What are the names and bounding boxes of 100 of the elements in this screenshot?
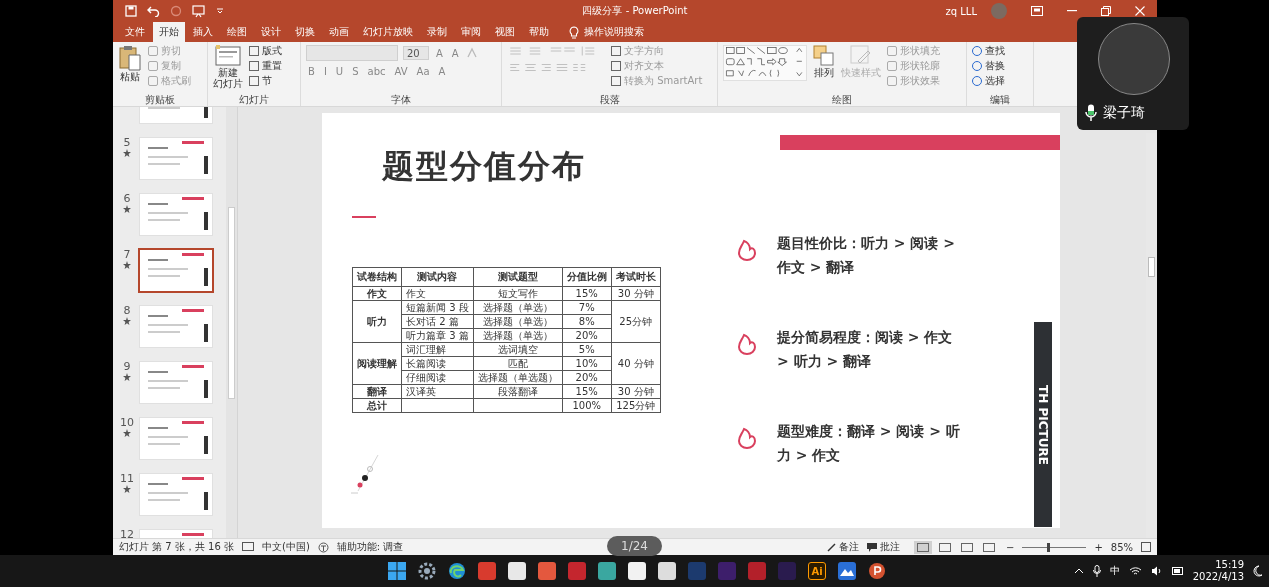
ribbon-tab[interactable]: 开始	[153, 22, 185, 42]
view-button[interactable]	[914, 540, 932, 554]
font-format-button[interactable]: I	[321, 66, 329, 77]
arrange-button[interactable]: 排列	[813, 45, 835, 78]
editing-command[interactable]: 查找	[972, 45, 1005, 57]
editing-command[interactable]: 选择	[972, 75, 1005, 87]
fit-slide-icon[interactable]	[1141, 542, 1151, 552]
paste-button[interactable]: 粘贴	[118, 45, 142, 82]
zoom-thumb[interactable]	[1046, 542, 1050, 552]
volume-icon[interactable]	[1150, 566, 1163, 576]
view-button[interactable]	[936, 540, 954, 554]
ribbon-tab[interactable]: 审阅	[455, 22, 487, 42]
star-icon	[123, 317, 131, 325]
windows-icon[interactable]	[388, 562, 406, 580]
shapes-gallery[interactable]	[723, 45, 807, 81]
microphone-icon[interactable]	[1092, 565, 1101, 577]
close-icon[interactable]	[1135, 6, 1145, 16]
ribbon-tab[interactable]: 录制	[421, 22, 453, 42]
tell-me-search[interactable]: 操作说明搜索	[584, 25, 644, 39]
font-format-button[interactable]: U	[333, 66, 346, 77]
zoom-out-button[interactable]: −	[1006, 541, 1015, 553]
slides-command[interactable]: 重置	[249, 60, 282, 72]
customize-icon[interactable]	[216, 7, 224, 15]
clock-date[interactable]: 2022/4/13	[1192, 571, 1244, 583]
zoom-in-button[interactable]: +	[1094, 541, 1103, 553]
editing-command[interactable]: 替换	[972, 60, 1005, 72]
notes-button[interactable]: 备注	[827, 540, 859, 554]
ribbon-tab[interactable]: 绘图	[221, 22, 253, 42]
star-icon	[123, 149, 131, 157]
bullet-text: 题目性价比：听力 > 阅读 > 作文 > 翻译	[777, 234, 957, 277]
ribbon-tab[interactable]: 帮助	[523, 22, 555, 42]
minimize-icon[interactable]	[1067, 10, 1077, 12]
wifi-icon[interactable]	[1128, 566, 1142, 576]
moon-icon[interactable]	[1253, 565, 1263, 577]
ribbon-display-icon[interactable]	[1031, 6, 1043, 16]
save-icon[interactable]	[125, 5, 137, 17]
table-cell: 阅读理解	[352, 342, 402, 385]
font-size-field[interactable]: 20	[403, 46, 429, 60]
group-label: 剪贴板	[144, 94, 176, 105]
view-button[interactable]	[980, 540, 998, 554]
battery-icon[interactable]	[1171, 567, 1184, 575]
font-size-button[interactable]: A	[449, 47, 461, 59]
table-cell: 选择题（单选）	[473, 328, 563, 343]
font-name-field[interactable]	[306, 45, 398, 61]
page-counter: 1/24	[607, 536, 662, 556]
input-method[interactable]: 中	[1109, 564, 1120, 578]
group-label: 字体	[390, 94, 412, 105]
table-cell: 听力篇章 3 篇	[401, 328, 474, 343]
table-cell: 20%	[562, 328, 612, 343]
table-header: 试卷结构	[352, 267, 402, 287]
table-cell: 100%	[562, 398, 612, 413]
ribbon-tab[interactable]: 文件	[119, 22, 151, 42]
bullet-text: 题型难度：翻译 > 阅读 > 听力 > 作文	[777, 422, 961, 465]
photos-icon[interactable]	[838, 562, 856, 580]
restore-icon[interactable]	[1101, 6, 1111, 16]
group-label: 幻灯片	[238, 94, 270, 105]
chevron-up-icon[interactable]	[1073, 568, 1084, 574]
pen-icon	[850, 45, 872, 67]
user-name[interactable]: zq LLL	[945, 5, 977, 17]
accessibility-icon[interactable]	[317, 541, 329, 553]
font-format-button[interactable]: AV	[392, 66, 410, 77]
app-icon[interactable]: Ai	[808, 562, 826, 580]
font-format-button[interactable]: abc	[365, 66, 388, 77]
table-cell: 长篇阅读	[401, 356, 474, 371]
accessibility-status[interactable]: 辅助功能: 调查	[336, 540, 404, 554]
font-format-button[interactable]: B	[306, 66, 317, 77]
table-cell: 作文	[401, 286, 474, 301]
ribbon-tab[interactable]: 插入	[187, 22, 219, 42]
clock-time[interactable]: 15:19	[1215, 559, 1244, 571]
zoom-level[interactable]: 85%	[1110, 541, 1133, 553]
language-status[interactable]: 中文(中国)	[262, 540, 310, 554]
slides-command[interactable]: 版式	[249, 45, 282, 57]
font-format-button[interactable]: A	[436, 66, 448, 77]
font-format-button[interactable]: S	[350, 66, 361, 77]
scrollbar[interactable]	[226, 107, 237, 538]
ribbon-tab[interactable]: 设计	[255, 22, 287, 42]
presenter-icon[interactable]	[192, 4, 206, 18]
font-size-button[interactable]: A	[434, 47, 445, 59]
settings-icon[interactable]	[418, 562, 436, 580]
slide-title: 题型分值分布	[382, 146, 586, 187]
comments-button[interactable]: 批注	[867, 540, 900, 554]
table-cell: 段落翻译	[473, 384, 563, 399]
ribbon-tab[interactable]: 动画	[323, 22, 355, 42]
new-slide-button[interactable]: 新建 幻灯片	[213, 45, 243, 89]
ribbon-tab[interactable]: 切换	[289, 22, 321, 42]
ribbon-tab[interactable]: 视图	[489, 22, 521, 42]
view-button[interactable]	[958, 540, 976, 554]
table-cell: 匹配	[473, 356, 563, 371]
ribbon-tab[interactable]: 幻灯片放映	[357, 22, 419, 42]
flame-icon	[737, 333, 757, 355]
browser-icon[interactable]	[448, 562, 466, 580]
slide-thumbnail[interactable]	[138, 248, 214, 293]
slides-command[interactable]: 节	[249, 75, 282, 87]
table-cell: 5%	[562, 342, 612, 357]
presentation-app-icon[interactable]	[868, 562, 886, 580]
accent-line	[352, 216, 376, 218]
table-cell: 汉译英	[401, 384, 474, 399]
font-format-button[interactable]: Aa	[414, 66, 432, 77]
undo-icon[interactable]	[147, 5, 160, 17]
group-label: 编辑	[989, 94, 1011, 105]
